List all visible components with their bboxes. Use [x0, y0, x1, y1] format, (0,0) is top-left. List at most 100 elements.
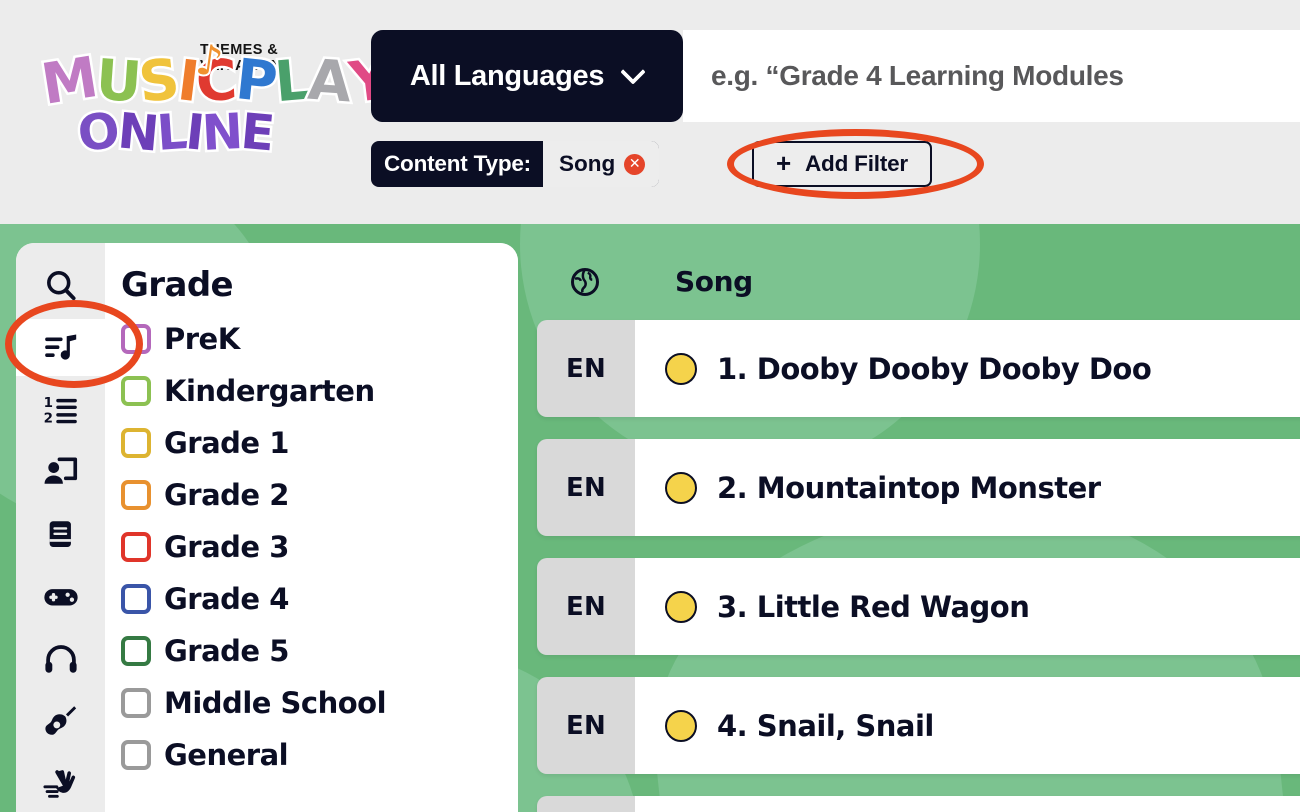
language-selector-label: All Languages: [409, 59, 605, 92]
song-title: 1. Dooby Dooby Dooby Doo: [717, 351, 1152, 386]
grade-filter-row[interactable]: Grade 4: [121, 573, 518, 625]
brand-logo[interactable]: THEMES & VARIATIONS MUSICPLAY ONLINE ♪: [34, 20, 395, 165]
brand-wordmark: MUSICPLAY ONLINE ♪: [34, 32, 395, 165]
song-table: Song EN 1. Dooby Dooby Dooby Doo EN 2. Moun…: [537, 243, 1300, 812]
table-row[interactable]: EN 3. Little Red Wagon: [537, 558, 1300, 655]
grade-label: Grade 1: [164, 426, 289, 460]
status-dot-icon: [665, 352, 697, 385]
language-badge: EN: [537, 439, 635, 536]
status-dot-icon: [665, 709, 697, 742]
grade-label: Grade 3: [164, 530, 289, 564]
search-icon: [43, 267, 79, 303]
grade-checkbox[interactable]: [121, 324, 151, 354]
language-badge: EN: [537, 320, 635, 417]
logo-letter: L: [269, 45, 313, 118]
grade-label: PreK: [164, 322, 240, 356]
grade-filter-row[interactable]: General: [121, 729, 518, 781]
table-row[interactable]: EN 4. Snail, Snail: [537, 677, 1300, 774]
grade-label: Grade 5: [164, 634, 289, 668]
song-title: 2. Mountaintop Monster: [717, 470, 1101, 505]
grade-filter-row[interactable]: Grade 1: [121, 417, 518, 469]
grade-filter-row[interactable]: Grade 5: [121, 625, 518, 677]
numbered-list-icon: 12: [42, 391, 80, 429]
content-type-filter[interactable]: Content Type: Song ✕: [371, 141, 660, 187]
song-title-cell[interactable]: 1. Dooby Dooby Dooby Doo: [635, 320, 1300, 417]
top-bar: THEMES & VARIATIONS MUSICPLAY ONLINE ♪ A…: [0, 0, 1300, 224]
rail-item-search[interactable]: [16, 257, 105, 313]
content-type-value-chip[interactable]: Song ✕: [542, 141, 660, 187]
grade-filter-row[interactable]: Kindergarten: [121, 365, 518, 417]
search-input[interactable]: e.g. “Grade 4 Learning Modules: [683, 30, 1300, 122]
grade-label: Grade 2: [164, 478, 289, 512]
grade-checkbox[interactable]: [121, 376, 151, 406]
headphones-icon: [43, 641, 79, 677]
language-badge: EN: [537, 558, 635, 655]
grade-checkbox[interactable]: [121, 480, 151, 510]
game-controller-icon: [42, 578, 80, 616]
grade-filter-row[interactable]: Grade 3: [121, 521, 518, 573]
grade-label: Grade 4: [164, 582, 289, 616]
music-note-list-icon: [42, 328, 80, 366]
grade-checkbox[interactable]: [121, 532, 151, 562]
grade-filter-row[interactable]: Grade 2: [121, 469, 518, 521]
rail-item-headphones[interactable]: [16, 631, 105, 687]
globe-icon: [570, 267, 600, 297]
remove-filter-icon[interactable]: ✕: [624, 153, 646, 175]
add-filter-label: Add Filter: [804, 151, 908, 176]
logo-letter: A: [304, 45, 355, 118]
grade-label: Kindergarten: [164, 374, 375, 408]
grade-filter-row[interactable]: Middle School: [121, 677, 518, 729]
sign-language-hands-icon: [42, 765, 80, 803]
grade-checkbox[interactable]: [121, 688, 151, 718]
chevron-down-icon: [622, 61, 644, 83]
rail-item-game-controller[interactable]: [16, 569, 105, 625]
rail-item-presentation-user[interactable]: [16, 444, 105, 500]
table-row[interactable]: EN 2. Mountaintop Monster: [537, 439, 1300, 536]
table-row[interactable]: EN: [537, 796, 1300, 812]
song-title: 4. Snail, Snail: [717, 708, 934, 743]
grade-label: Middle School: [164, 686, 387, 720]
table-row[interactable]: EN 1. Dooby Dooby Dooby Doo: [537, 320, 1300, 417]
song-title: 3. Little Red Wagon: [717, 589, 1030, 624]
logo-letter: E: [236, 100, 277, 165]
logo-letter: N: [113, 100, 162, 165]
song-title-cell[interactable]: 3. Little Red Wagon: [635, 558, 1300, 655]
logo-letter: L: [152, 101, 190, 165]
svg-text:2: 2: [43, 411, 52, 426]
add-filter-button[interactable]: + Add Filter: [752, 141, 932, 187]
book-icon: [44, 517, 78, 551]
svg-text:1: 1: [43, 396, 52, 411]
language-badge: EN: [537, 796, 635, 812]
content-type-value-text: Song: [558, 151, 616, 176]
song-title-cell[interactable]: 4. Snail, Snail: [635, 677, 1300, 774]
grade-filter-list: Grade PreK Kindergarten Grade 1 Grade 2 Grad…: [105, 243, 518, 812]
rail-item-numbered-list[interactable]: 12: [16, 382, 105, 438]
grade-checkbox[interactable]: [121, 740, 151, 770]
grade-section-title: Grade: [121, 265, 234, 305]
song-column-header: Song: [675, 265, 753, 298]
status-dot-icon: [665, 471, 697, 504]
rail-item-book[interactable]: [16, 506, 105, 562]
grade-label: General: [164, 738, 289, 772]
grade-checkbox[interactable]: [121, 636, 151, 666]
logo-letter: O: [72, 99, 123, 165]
brand-wordmark-line2: ONLINE: [72, 99, 277, 165]
grade-checkbox[interactable]: [121, 428, 151, 458]
status-dot-icon: [665, 590, 697, 623]
rail-item-sign-language-hands[interactable]: [16, 756, 105, 812]
content-area: 12 Grade PreK Kindergarten Grade 1 Grade 2G…: [0, 224, 1300, 812]
rail-item-guitar[interactable]: [16, 693, 105, 749]
rail-item-music-note-list[interactable]: [16, 319, 105, 376]
plus-icon: +: [776, 148, 791, 178]
logo-letter: N: [198, 101, 245, 165]
song-table-header: Song: [537, 243, 1300, 320]
icon-rail: 12: [16, 243, 105, 812]
guitar-icon: [43, 703, 79, 739]
grade-filter-row[interactable]: PreK: [121, 313, 518, 365]
grade-checkbox[interactable]: [121, 584, 151, 614]
song-title-cell[interactable]: 2. Mountaintop Monster: [635, 439, 1300, 536]
language-selector[interactable]: All Languages: [371, 30, 683, 122]
content-type-label: Content Type:: [384, 151, 531, 176]
song-title-cell[interactable]: [635, 796, 1300, 812]
presentation-user-icon: [42, 453, 80, 491]
